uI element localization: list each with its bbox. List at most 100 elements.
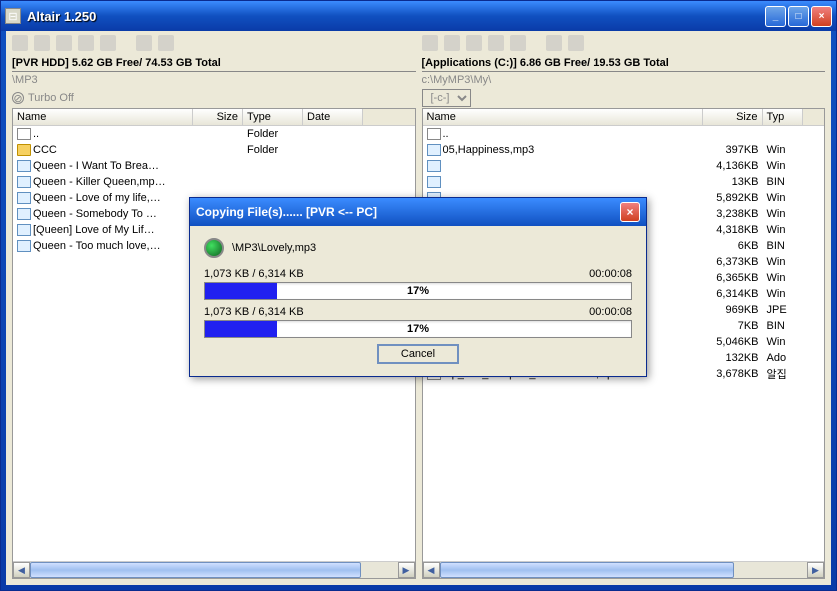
list-icon[interactable] (466, 35, 482, 51)
cell-type: Folder (243, 144, 303, 156)
folder-icon[interactable] (12, 35, 28, 51)
newfolder-icon[interactable] (568, 35, 584, 51)
cell-type: Win (763, 208, 803, 220)
copying-filename: \MP3\Lovely,mp3 (232, 242, 316, 254)
list-item[interactable]: Queen - I Want To Brea… (13, 158, 415, 174)
progress2-fill (205, 321, 277, 337)
minimize-button[interactable]: _ (765, 6, 786, 27)
right-list-header: Name Size Typ (423, 109, 825, 126)
cell-size: 3,238KB (703, 208, 763, 220)
scroll-thumb[interactable] (30, 562, 361, 578)
cell-size: 4,136KB (703, 160, 763, 172)
cell-size: 6,365KB (703, 272, 763, 284)
list-icon[interactable] (56, 35, 72, 51)
scroll-track[interactable] (440, 562, 808, 578)
drive-select[interactable]: [-c-] (422, 89, 471, 107)
window-controls: _ □ × (765, 6, 832, 27)
music-icon (17, 160, 31, 172)
music-icon (427, 144, 441, 156)
cell-type: Win (763, 160, 803, 172)
turbo-label: Turbo Off (28, 92, 74, 104)
cell-name: 05,Happiness,mp3 (423, 144, 703, 156)
cell-type: Win (763, 272, 803, 284)
cell-size: 7KB (703, 320, 763, 332)
cell-name: CCC (13, 144, 193, 156)
dialog-title: Copying File(s)...... [PVR <-- PC] (196, 205, 620, 219)
music-icon (17, 240, 31, 252)
grid-icon[interactable] (510, 35, 526, 51)
cell-name: .. (423, 128, 703, 140)
newfolder-icon[interactable] (158, 35, 174, 51)
scroll-track[interactable] (30, 562, 398, 578)
main-window: ⊟ Altair 1.250 _ □ × [PVR H (0, 0, 837, 591)
col-size[interactable]: Size (193, 109, 243, 125)
music-icon (17, 224, 31, 236)
list-item[interactable]: .. (423, 126, 825, 142)
col-type[interactable]: Typ (763, 109, 803, 125)
cell-size: 3,678KB (703, 368, 763, 380)
up-icon (17, 128, 31, 140)
turbo-row[interactable]: ⊘ Turbo Off (12, 88, 416, 108)
window-title: Altair 1.250 (27, 9, 765, 24)
cell-size: 6,373KB (703, 256, 763, 268)
progress1-time: 00:00:08 (589, 268, 632, 280)
cell-name: Queen - Too much love,… (13, 240, 193, 252)
left-path-row: \MP3 (12, 72, 416, 88)
col-date[interactable]: Date (303, 109, 363, 125)
grid-icon[interactable] (100, 35, 116, 51)
scroll-left-button[interactable]: ◀ (423, 562, 440, 578)
right-drive-row: [-c-] (422, 88, 826, 108)
left-header: [PVR HDD] 5.62 GB Free/ 74.53 GB Total (12, 55, 416, 72)
right-scrollbar: ◀ ▶ (423, 561, 825, 578)
left-scrollbar: ◀ ▶ (13, 561, 415, 578)
copy-dialog: Copying File(s)...... [PVR <-- PC] × \MP… (189, 197, 647, 377)
cell-type: Folder (243, 128, 303, 140)
list-item[interactable]: 13KBBIN (423, 174, 825, 190)
cell-size: 969KB (703, 304, 763, 316)
cell-type: Win (763, 192, 803, 204)
cell-type: BIN (763, 240, 803, 252)
titlebar[interactable]: ⊟ Altair 1.250 _ □ × (1, 1, 836, 31)
progress1-kb: 1,073 KB / 6,314 KB (204, 268, 304, 280)
progress1-bar: 17% (204, 282, 632, 300)
close-button[interactable]: × (811, 6, 832, 27)
right-path-row: c:\MyMP3\My\ (422, 72, 826, 88)
col-size[interactable]: Size (703, 109, 763, 125)
tree-icon[interactable] (78, 35, 94, 51)
right-toolbar (422, 31, 826, 55)
maximize-button[interactable]: □ (788, 6, 809, 27)
delete-icon[interactable] (546, 35, 562, 51)
app-icon: ⊟ (5, 8, 21, 24)
cancel-button[interactable]: Cancel (377, 344, 459, 364)
cell-size: 6,314KB (703, 288, 763, 300)
scroll-left-button[interactable]: ◀ (13, 562, 30, 578)
delete-icon[interactable] (136, 35, 152, 51)
col-type[interactable]: Type (243, 109, 303, 125)
cell-type: Win (763, 288, 803, 300)
cell-size: 13KB (703, 176, 763, 188)
col-name[interactable]: Name (13, 109, 193, 125)
list-item[interactable]: 4,136KBWin (423, 158, 825, 174)
left-path: \MP3 (12, 74, 38, 86)
list-item[interactable]: 05,Happiness,mp3397KBWin (423, 142, 825, 158)
scroll-thumb[interactable] (440, 562, 734, 578)
cell-size: 397KB (703, 144, 763, 156)
tree-icon[interactable] (488, 35, 504, 51)
list-item[interactable]: CCC Folder (13, 142, 415, 158)
dialog-titlebar[interactable]: Copying File(s)...... [PVR <-- PC] × (190, 198, 646, 226)
progress2-pct: 17% (407, 321, 429, 337)
scroll-right-button[interactable]: ▶ (398, 562, 415, 578)
scroll-right-button[interactable]: ▶ (807, 562, 824, 578)
file-icon[interactable] (34, 35, 50, 51)
progress2-kb: 1,073 KB / 6,314 KB (204, 306, 304, 318)
cell-type: Win (763, 336, 803, 348)
col-name[interactable]: Name (423, 109, 703, 125)
list-item[interactable]: Queen - Killer Queen,mp… (13, 174, 415, 190)
list-item[interactable]: ..Folder (13, 126, 415, 142)
folder-icon[interactable] (422, 35, 438, 51)
dialog-file-row: \MP3\Lovely,mp3 (204, 238, 632, 258)
activity-icon (204, 238, 224, 258)
cell-name: Queen - Somebody To … (13, 208, 193, 220)
dialog-close-button[interactable]: × (620, 202, 640, 222)
file-icon[interactable] (444, 35, 460, 51)
